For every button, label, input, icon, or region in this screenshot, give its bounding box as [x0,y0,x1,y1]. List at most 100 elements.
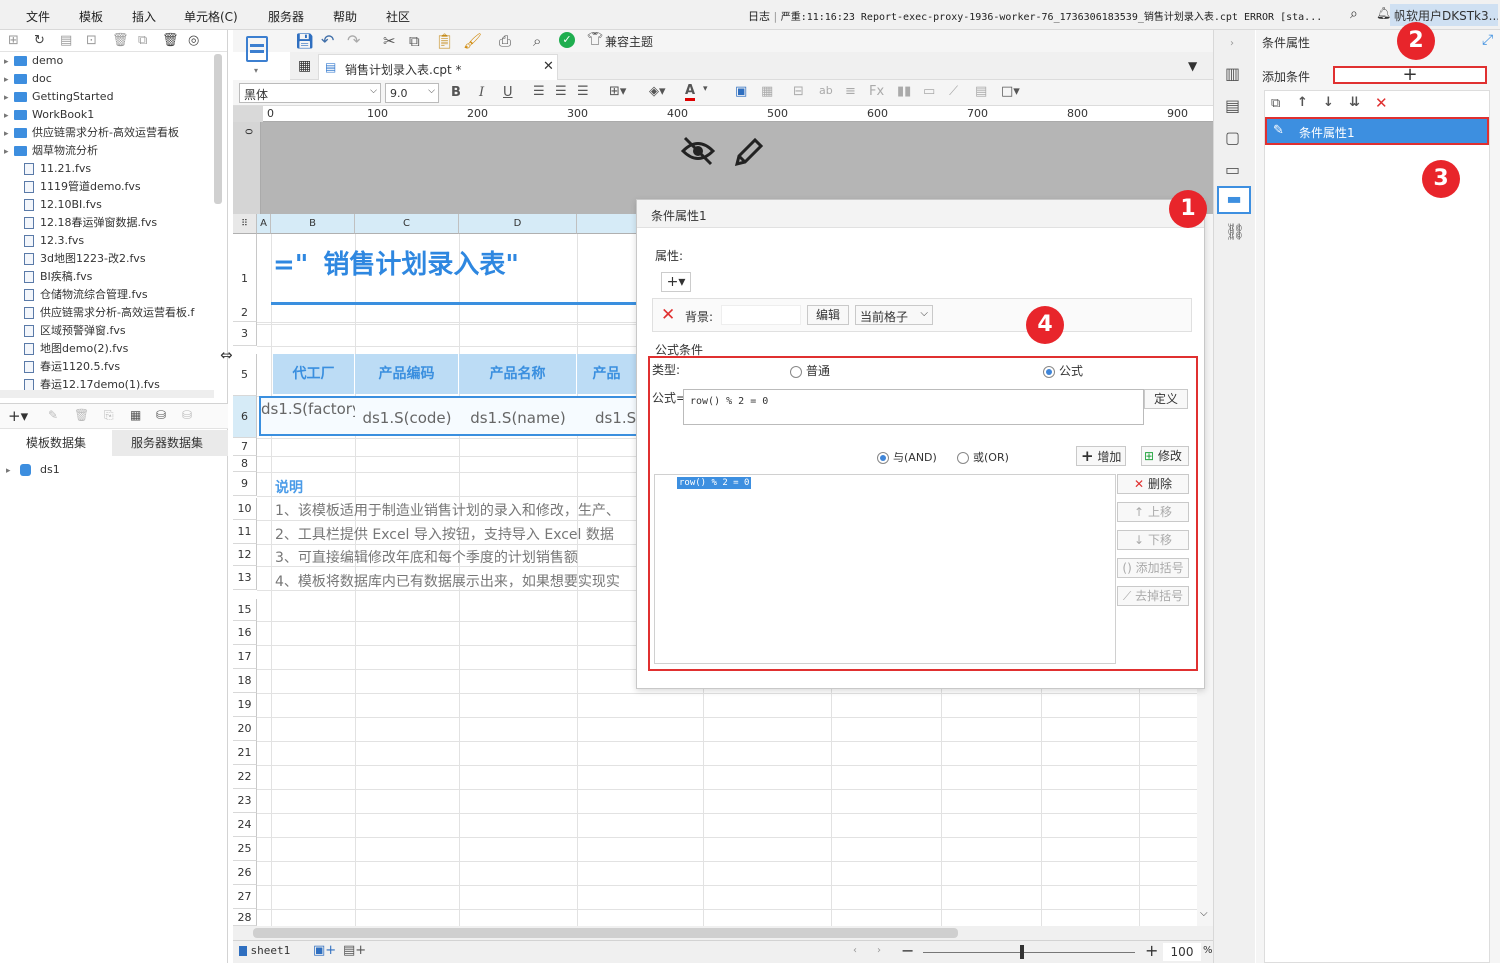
align-center-icon[interactable]: ☰ [555,84,567,99]
resize-handle-icon[interactable]: ⇔ [220,346,233,364]
row-header[interactable]: 19 [233,693,257,717]
search-replace-icon[interactable]: ⌕ [533,32,541,50]
zoom-slider-thumb[interactable] [1020,945,1024,959]
row-header[interactable]: 27 [233,885,257,909]
tree-hscrollbar[interactable] [0,390,214,398]
condition-attribute-tab[interactable]: ▬ [1217,186,1251,214]
chevron-right-icon[interactable]: › [1230,38,1234,49]
bold-button[interactable]: B [451,85,461,100]
expand-arrow-icon[interactable]: ▸ [6,462,16,480]
row-header[interactable]: 18 [233,669,257,693]
tree-folder[interactable]: ▸ GettingStarted [4,88,114,106]
sheet-tab[interactable]: sheet1 [239,944,290,960]
row-header[interactable]: 21 [233,741,257,765]
insert-link-icon[interactable]: ⊟ [793,84,804,99]
column-header[interactable]: D [459,214,577,234]
tree-file[interactable]: 12.10BI.fvs [24,196,102,214]
row-header[interactable]: 22 [233,765,257,789]
expand-arrow-icon[interactable]: ▸ [4,89,14,107]
border-icon[interactable]: ⊞▾ [609,84,626,99]
subreport-icon[interactable]: ▤ [975,84,987,99]
format-painter-icon[interactable]: 🖌︎ [463,32,482,50]
row-header[interactable]: 23 [233,789,257,813]
edit-background-button[interactable]: 编辑 [807,305,849,325]
font-color-button[interactable]: A [685,83,696,101]
close-tab-icon[interactable]: ✕ [543,59,554,74]
database-icon[interactable]: ⛁ [156,408,166,422]
edit-icon[interactable]: ✎ [48,408,58,422]
font-size-select[interactable]: 9.0 ⌵ [385,83,439,103]
row-header[interactable]: 12 [233,544,257,566]
locate-icon[interactable]: ◎ [188,33,199,48]
header-cell[interactable]: 代工厂 [273,354,355,394]
zoom-in-button[interactable]: + [1145,941,1158,960]
add-attribute-button[interactable]: +▾ [661,272,691,292]
menu-insert[interactable]: 插入 [132,8,156,25]
row-header[interactable]: 17 [233,645,257,669]
compat-theme-button[interactable]: 兼容主题 [605,33,653,50]
header-cell[interactable]: 产品 [577,354,637,394]
search-icon[interactable]: ⌕ [1350,6,1358,22]
zoom-input[interactable]: 100 [1163,943,1201,961]
status-line[interactable]: 日志 | 严重:11:16:23 Report-exec-proxy-1936-… [748,8,1322,24]
log-link[interactable]: 日志 [748,10,770,23]
slash-icon[interactable]: ⟋ [949,84,958,99]
note-line[interactable]: 3、可直接编辑修改年底和每个季度的计划销售额 [275,547,578,567]
add-dataset-icon[interactable]: +▾ [8,407,28,425]
frame-icon[interactable]: □▾ [1001,84,1020,99]
row-header[interactable]: 7 [233,438,257,456]
tab-server-datasets[interactable]: 服务器数据集 [112,430,222,456]
horizontal-scrollbar[interactable] [233,926,1213,940]
move-down-icon[interactable]: ↓ [1323,95,1334,110]
chevron-down-icon[interactable]: ▾ [703,84,708,94]
expand-arrow-icon[interactable]: ▸ [4,107,14,125]
dataset-item[interactable]: ▸ ds1 [6,461,60,479]
tree-file[interactable]: 12.18春运弹窗数据.fvs [24,214,157,232]
select-all-icon[interactable]: ⠿ [233,214,257,234]
menu-file[interactable]: 文件 [26,8,50,25]
new-folder-icon[interactable]: ⊞ [8,33,19,48]
font-select[interactable]: 黑体 ⌵ [239,83,381,103]
add-report-sheet-icon[interactable]: ▤+ [343,943,366,958]
copy-icon[interactable]: ⧉ [409,32,420,50]
row-header[interactable]: 11 [233,520,257,544]
save-icon[interactable]: 💾︎ [295,32,314,50]
row-header[interactable]: 9 [233,472,257,496]
data-cell[interactable]: ds1.S [577,396,637,436]
move-bottom-icon[interactable]: ⇊ [1349,95,1360,110]
note-title[interactable]: 说明 [275,477,303,497]
tree-file[interactable]: 春运1120.5.fvs [24,358,120,376]
grid-icon[interactable]: ▦ [298,58,311,74]
data-cell[interactable]: ds1.S(name) [459,396,577,436]
column-header[interactable]: C [355,214,459,234]
refresh-icon[interactable]: ↻ [34,33,45,48]
note-line[interactable]: 1、该模板适用于制造业销售计划的录入和修改，生产、 [275,500,620,520]
expand-arrow-icon[interactable]: ▸ [4,53,14,71]
formula-icon[interactable]: Fx [869,84,884,99]
widget-icon[interactable]: ▢ [1225,128,1240,147]
theme-icon[interactable]: 👕︎ [587,32,604,47]
note-line[interactable]: 2、工具栏提供 Excel 导入按钮，支持导入 Excel 数据 [275,524,614,544]
remove-attribute-icon[interactable]: ✕ [661,305,675,325]
delete-icon[interactable]: ✕ [1375,94,1388,112]
trash-icon[interactable]: 🗑︎ [74,408,89,422]
paste-icon[interactable]: 📋︎ [435,32,454,50]
check-icon[interactable]: ✓ [559,32,575,48]
expand-arrow-icon[interactable]: ▸ [4,143,14,161]
pencil-icon[interactable] [733,136,765,171]
row-header[interactable]: 16 [233,621,257,645]
header-cell[interactable]: 产品名称 [459,354,577,394]
data-cell[interactable]: ds1.S(factory) [259,396,367,436]
tree-file[interactable]: 仓储物流综合管理.fvs [24,286,148,304]
merge-cells-icon[interactable]: ▣ [735,84,747,99]
tree-folder[interactable]: ▸ WorkBook1 [4,106,94,124]
paragraph-icon[interactable]: ≡ [845,84,856,99]
tree-file[interactable]: 供应链需求分析-高效运营看板.f [24,304,194,322]
menu-cell[interactable]: 单元格(C) [184,8,238,25]
row-header[interactable]: 6 [233,396,257,438]
image-icon[interactable]: ▭ [923,84,935,99]
row-header[interactable]: 8 [233,456,257,472]
text-icon[interactable]: ab [819,84,833,97]
preview-icon[interactable]: ⎙ [499,32,511,50]
prev-sheet-icon[interactable]: ‹ [853,945,857,956]
